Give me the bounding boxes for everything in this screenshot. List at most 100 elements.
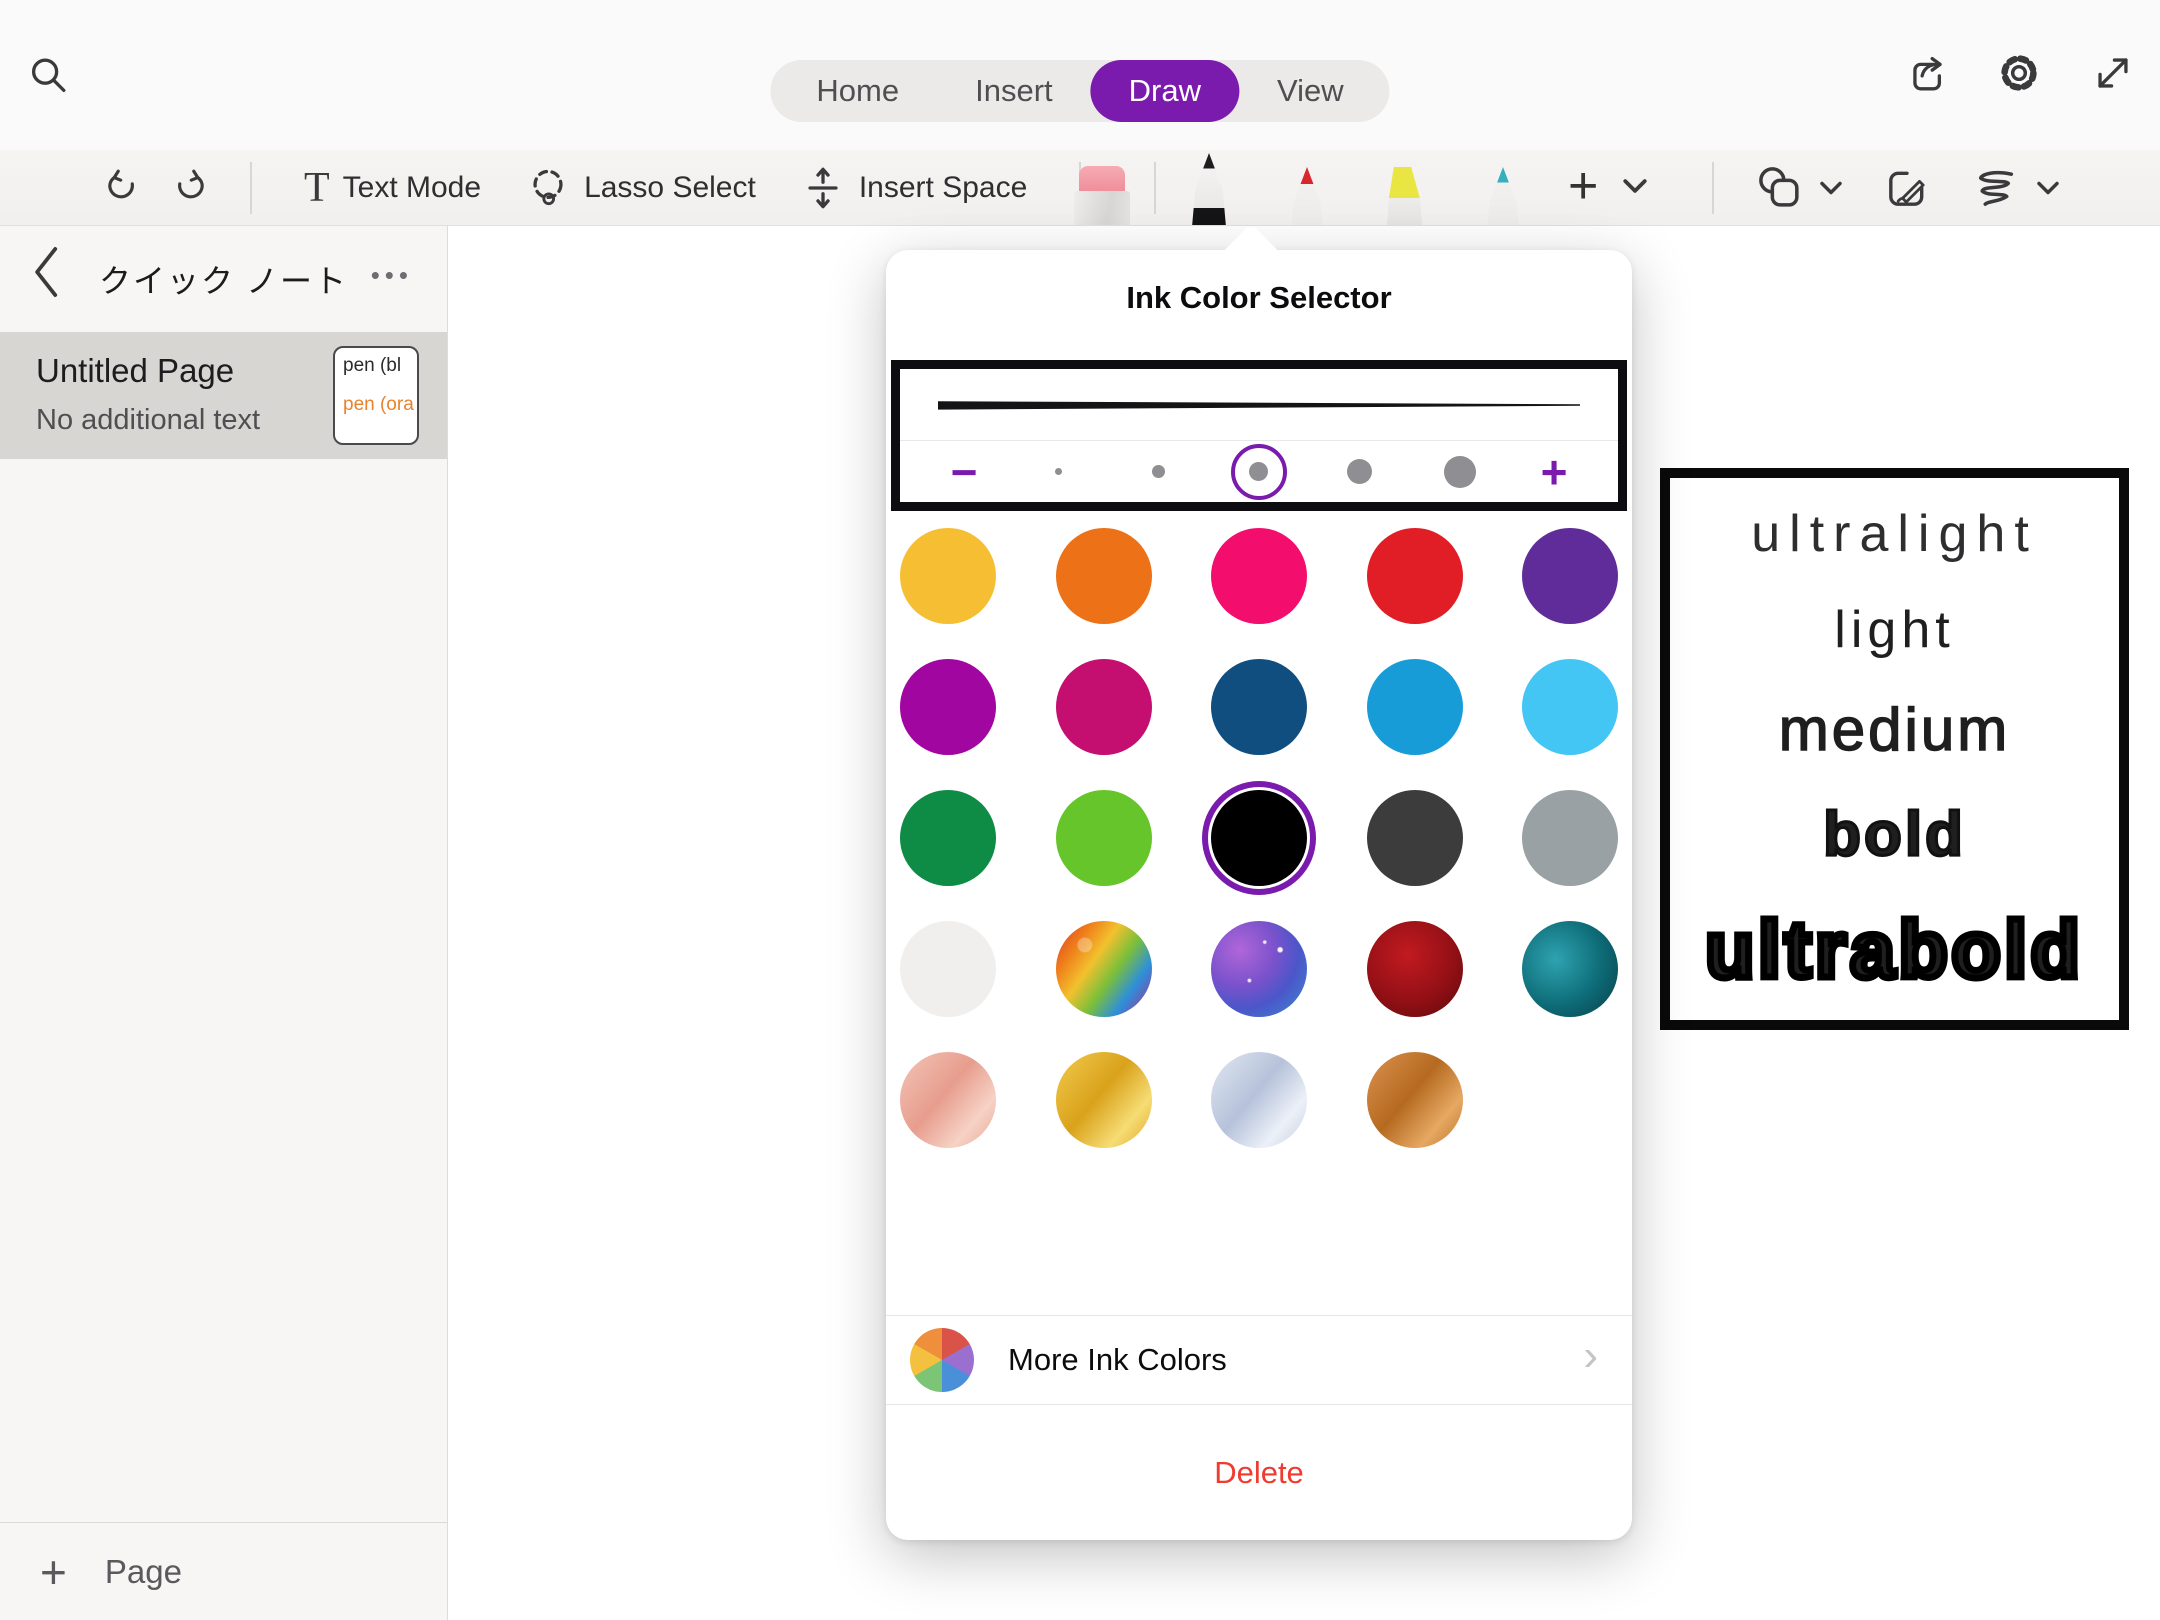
pen-tray: + xyxy=(1072,150,1648,226)
ink-sample-ultrabold: ultrabold xyxy=(1705,910,2083,990)
page-thumbnail: pen (blpen (ora xyxy=(333,346,419,445)
undo-button[interactable] xyxy=(92,156,156,220)
highlighter-yellow[interactable] xyxy=(1374,167,1436,226)
chevron-down-icon xyxy=(1819,180,1843,196)
text-mode-icon: T xyxy=(304,167,330,209)
add-page-label: Page xyxy=(105,1553,182,1591)
search-icon[interactable] xyxy=(22,50,74,102)
text-mode-button[interactable]: T Text Mode xyxy=(304,167,481,209)
swatch-silver[interactable] xyxy=(1211,1052,1307,1148)
ink-sample-bold: bold xyxy=(1823,804,1966,866)
ink-scribble-icon xyxy=(1969,165,2023,211)
increase-size-button[interactable]: + xyxy=(1532,449,1576,495)
tab-view[interactable]: View xyxy=(1239,60,1382,122)
onenote-app: HomeInsertDrawView xyxy=(0,0,2160,1620)
ribbon-tab-bar: HomeInsertDrawView xyxy=(770,60,1389,122)
swatch-blue[interactable] xyxy=(1367,659,1463,755)
annotate-note-button[interactable] xyxy=(1875,156,1939,220)
swatch-red[interactable] xyxy=(1367,528,1463,624)
stroke-preview xyxy=(900,369,1618,440)
delete-button[interactable]: Delete xyxy=(886,1405,1632,1540)
ink-color-selector-popover: Ink Color Selector − + More Ink Colors › xyxy=(886,250,1632,1540)
stroke-preview-line xyxy=(938,385,1580,425)
swatch-dark-blue[interactable] xyxy=(1211,659,1307,755)
swatch-gray[interactable] xyxy=(1522,790,1618,886)
fullscreen-expand-icon[interactable] xyxy=(2090,50,2136,96)
swatch-galaxy[interactable] xyxy=(1211,921,1307,1017)
swatch-yellow[interactable] xyxy=(900,528,996,624)
add-pen-button[interactable]: + xyxy=(1568,154,1648,218)
color-swatch-grid xyxy=(900,528,1618,1148)
lasso-icon xyxy=(525,165,571,211)
share-icon[interactable] xyxy=(1902,50,1948,96)
sidebar-header: クイック ノート ••• xyxy=(0,226,447,332)
swatch-green[interactable] xyxy=(900,790,996,886)
stroke-size-dot-1[interactable] xyxy=(1030,444,1086,500)
pen-black-selected[interactable] xyxy=(1178,153,1240,226)
decrease-size-button[interactable]: − xyxy=(942,449,986,495)
ink-sample-medium: medium xyxy=(1779,700,2010,760)
swatch-rose-gold[interactable] xyxy=(900,1052,996,1148)
thumbnail-ink-line: pen (ora xyxy=(343,395,417,416)
swatch-dark-gray[interactable] xyxy=(1367,790,1463,886)
stroke-width-panel: − + xyxy=(891,360,1627,511)
tab-insert[interactable]: Insert xyxy=(937,60,1091,122)
chevron-down-icon xyxy=(2036,180,2060,196)
eraser-body xyxy=(1074,191,1130,226)
popover-footer: More Ink Colors › Delete xyxy=(886,1315,1632,1540)
pen-red[interactable] xyxy=(1276,167,1338,226)
swatch-magenta[interactable] xyxy=(900,659,996,755)
insert-space-button[interactable]: Insert Space xyxy=(800,165,1027,211)
swatch-teal-texture[interactable] xyxy=(1522,921,1618,1017)
swatch-rainbow-glitter[interactable] xyxy=(1056,921,1152,1017)
eraser-tool[interactable] xyxy=(1072,166,1132,226)
swatch-light-green[interactable] xyxy=(1056,790,1152,886)
more-options-ellipsis-icon[interactable]: ••• xyxy=(371,260,413,291)
plus-icon: + xyxy=(1568,160,1598,212)
ink-sample-light: light xyxy=(1834,604,1954,656)
lasso-select-button[interactable]: Lasso Select xyxy=(525,165,756,211)
swatch-white[interactable] xyxy=(900,921,996,1017)
ribbon-divider xyxy=(250,162,252,214)
ribbon-divider xyxy=(1154,162,1156,214)
back-chevron-icon[interactable] xyxy=(30,244,80,314)
tab-home[interactable]: Home xyxy=(778,60,937,122)
swatch-bronze[interactable] xyxy=(1367,1052,1463,1148)
annotate-note-icon xyxy=(1882,163,1932,213)
page-sidebar: クイック ノート ••• Untitled Page No additional… xyxy=(0,226,448,1620)
add-page-button[interactable]: + Page xyxy=(0,1522,447,1620)
tab-draw[interactable]: Draw xyxy=(1091,60,1239,122)
shapes-button[interactable] xyxy=(1754,162,1843,214)
settings-gear-icon[interactable] xyxy=(1996,50,2042,96)
plus-icon: + xyxy=(40,1549,67,1595)
text-mode-label: Text Mode xyxy=(343,171,481,205)
ribbon-right-group xyxy=(1704,150,2064,226)
stroke-size-row: − + xyxy=(900,441,1618,502)
stroke-size-dot-5[interactable] xyxy=(1432,444,1488,500)
more-ink-colors-label: More Ink Colors xyxy=(1008,1342,1227,1378)
more-ink-colors-button[interactable]: More Ink Colors › xyxy=(886,1316,1632,1404)
swatch-orange[interactable] xyxy=(1056,528,1152,624)
swatch-gold[interactable] xyxy=(1056,1052,1152,1148)
stroke-size-dot-3[interactable] xyxy=(1231,444,1287,500)
page-list-item-selected[interactable]: Untitled Page No additional text pen (bl… xyxy=(0,332,447,459)
redo-button[interactable] xyxy=(156,156,220,220)
swatch-dark-pink[interactable] xyxy=(1056,659,1152,755)
ink-replay-button[interactable] xyxy=(1969,165,2060,211)
swatch-dark-red-marble[interactable] xyxy=(1367,921,1463,1017)
popover-title: Ink Color Selector xyxy=(886,250,1632,316)
swatch-black[interactable] xyxy=(1211,790,1307,886)
pen-galaxy-teal[interactable] xyxy=(1472,167,1534,226)
delete-label: Delete xyxy=(1214,1455,1304,1491)
top-actions xyxy=(1902,50,2136,96)
chevron-down-icon xyxy=(1622,177,1648,195)
chevron-right-icon: › xyxy=(1583,1331,1598,1381)
stroke-size-dot-4[interactable] xyxy=(1331,444,1387,500)
ink-sample-box: ultralightlightmediumboldultrabold xyxy=(1660,468,2129,1030)
shapes-icon xyxy=(1754,162,1806,214)
swatch-pink[interactable] xyxy=(1211,528,1307,624)
swatch-purple[interactable] xyxy=(1522,528,1618,624)
stroke-size-dot-2[interactable] xyxy=(1131,444,1187,500)
swatch-light-blue[interactable] xyxy=(1522,659,1618,755)
top-bar: HomeInsertDrawView xyxy=(0,0,2160,150)
